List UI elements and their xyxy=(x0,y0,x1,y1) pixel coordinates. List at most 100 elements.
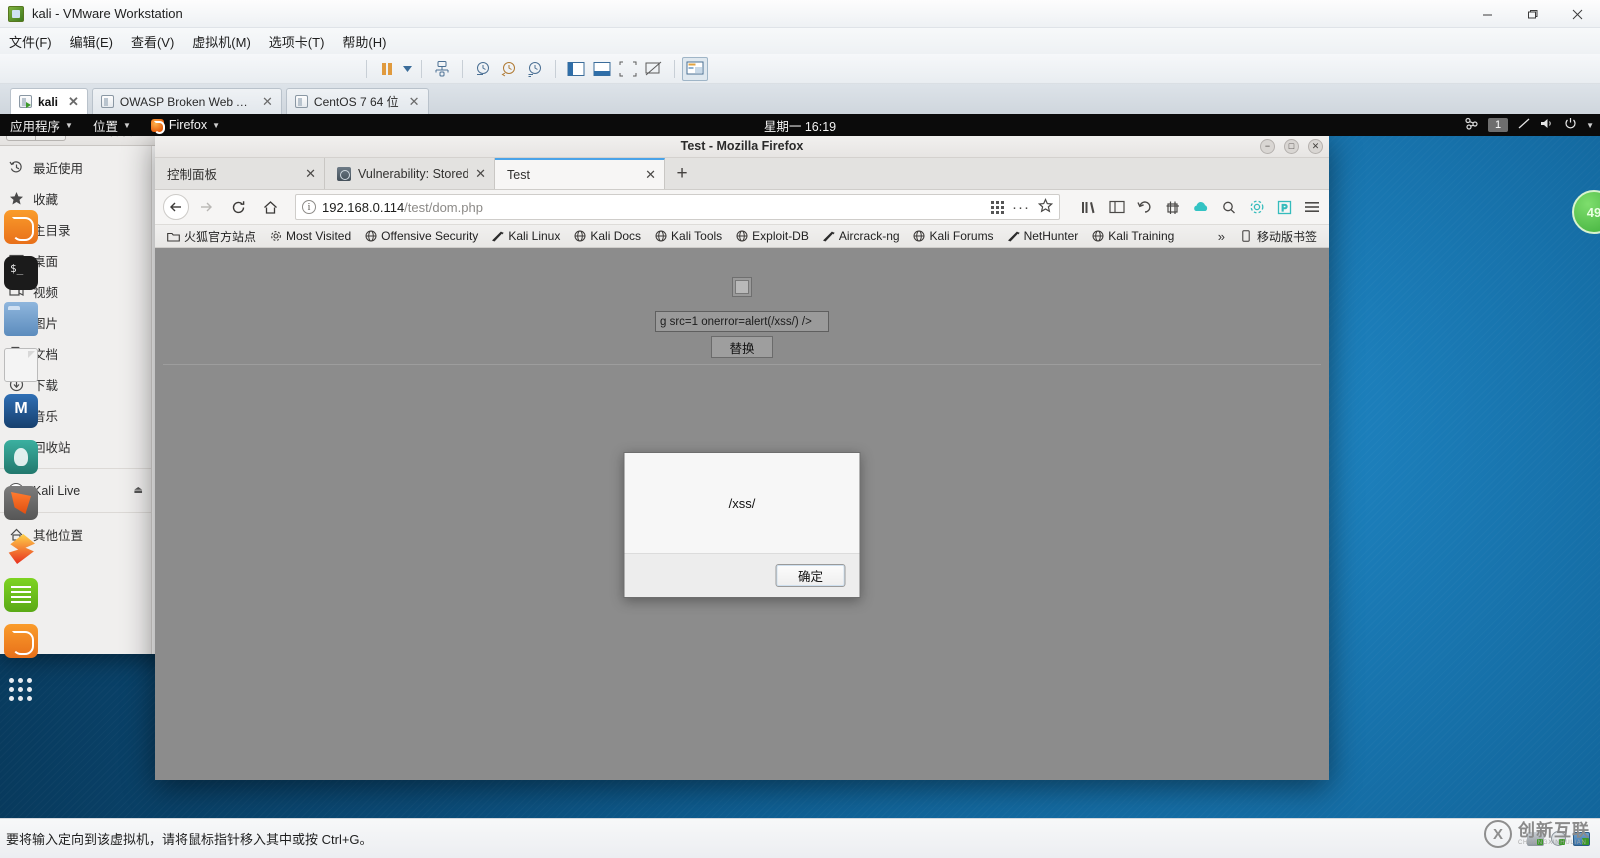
forward-button[interactable] xyxy=(191,193,221,221)
bookmark-kali-forums[interactable]: Kali Forums xyxy=(907,227,1000,245)
vmware-restore-button[interactable] xyxy=(1510,0,1555,28)
undo-icon[interactable] xyxy=(1136,199,1153,216)
vm-tab-close-button[interactable]: ✕ xyxy=(262,94,273,110)
ff-tab-close-button[interactable]: ✕ xyxy=(475,166,486,182)
alert-message: /xss/ xyxy=(625,453,860,553)
tab-favicon xyxy=(337,167,351,181)
vmware-tab-strip: kali ✕ OWASP Broken Web Apps VM v... ✕ C… xyxy=(0,84,1600,114)
console-view-button[interactable] xyxy=(682,57,708,81)
dock-show-apps-icon[interactable] xyxy=(4,670,38,704)
workspace-indicator[interactable]: 1 xyxy=(1488,118,1508,132)
vmware-minimize-button[interactable] xyxy=(1465,0,1510,28)
pocket-icon[interactable]: P xyxy=(1276,199,1293,216)
menu-edit[interactable]: 编辑(E) xyxy=(61,29,122,54)
bookmark-label: 移动版书签 xyxy=(1257,228,1317,245)
vm-tab-centos[interactable]: CentOS 7 64 位 ✕ xyxy=(286,88,429,114)
screenshot-icon[interactable] xyxy=(1164,199,1181,216)
menu-tabs[interactable]: 选项卡(T) xyxy=(260,29,334,54)
sidebar-item-recent[interactable]: 最近使用 xyxy=(0,152,151,183)
page-actions-icon[interactable]: ··· xyxy=(1012,199,1030,216)
bookmark-most-visited[interactable]: Most Visited xyxy=(263,227,357,245)
dock-text-editor-icon[interactable] xyxy=(4,578,38,612)
vm-tab-close-button[interactable]: ✕ xyxy=(409,94,420,110)
vm-tab-close-button[interactable]: ✕ xyxy=(68,94,79,110)
network-manager-icon[interactable] xyxy=(1464,117,1479,133)
cloud-icon[interactable] xyxy=(1192,199,1209,216)
ff-tab-close-button[interactable]: ✕ xyxy=(645,167,656,183)
ff-tab-vulnerability-stored-xss[interactable]: Vulnerability: Stored Cro ✕ xyxy=(325,158,495,189)
search-plus-icon[interactable] xyxy=(1220,199,1237,216)
applications-menu[interactable]: 应用程序 ▼ xyxy=(0,114,83,136)
ff-tab-close-button[interactable]: ✕ xyxy=(305,166,316,182)
volume-icon[interactable] xyxy=(1540,117,1555,133)
menu-vm[interactable]: 虚拟机(M) xyxy=(183,29,260,54)
manage-snapshots-button[interactable] xyxy=(429,57,455,81)
library-icon[interactable] xyxy=(1080,199,1097,216)
reload-button[interactable] xyxy=(223,193,253,221)
url-bar[interactable]: i 192.168.0.114/test/dom.php ··· xyxy=(295,194,1060,220)
menu-file[interactable]: 文件(F) xyxy=(0,29,61,54)
bookmark-aircrack-ng[interactable]: Aircrack-ng xyxy=(816,227,906,245)
eject-icon[interactable]: ⏏ xyxy=(134,485,143,496)
replace-button[interactable]: 替换 xyxy=(711,336,773,358)
unity-mode-button[interactable] xyxy=(641,57,667,81)
firefox-window-controls: − □ ✕ xyxy=(1260,134,1323,158)
alert-ok-button[interactable]: 确定 xyxy=(776,564,846,587)
take-snapshot-button[interactable] xyxy=(470,57,496,81)
bookmarks-overflow-button[interactable]: » xyxy=(1210,229,1233,244)
bookmark-exploit-db[interactable]: Exploit-DB xyxy=(729,227,815,245)
new-tab-button[interactable]: + xyxy=(665,158,699,189)
payload-input[interactable]: g src=1 onerror=alert(/xss/) /> xyxy=(655,311,829,332)
ff-tab-test[interactable]: Test ✕ xyxy=(495,158,665,189)
bookmark-kali-linux[interactable]: Kali Linux xyxy=(485,227,566,245)
dock-metasploit-icon[interactable] xyxy=(4,394,38,428)
hamburger-menu-icon[interactable] xyxy=(1304,199,1321,216)
vm-tab-kali[interactable]: kali ✕ xyxy=(10,88,88,114)
keyboard-icon[interactable] xyxy=(1517,117,1531,133)
dock-terminal-icon[interactable] xyxy=(4,256,38,290)
menu-view[interactable]: 查看(V) xyxy=(122,29,183,54)
sidebar-icon[interactable] xyxy=(1108,199,1125,216)
dock-firefox-icon[interactable] xyxy=(4,624,38,658)
suspend-button[interactable] xyxy=(374,57,400,81)
chevron-down-icon[interactable]: ▼ xyxy=(1586,121,1594,130)
bookmark-kali-docs[interactable]: Kali Docs xyxy=(567,227,647,245)
show-library-button[interactable] xyxy=(563,57,589,81)
show-thumbnails-button[interactable] xyxy=(589,57,615,81)
dock-files-icon[interactable] xyxy=(4,210,38,244)
dock-document-icon[interactable] xyxy=(4,348,38,382)
snapshot-manager-button[interactable] xyxy=(522,57,548,81)
revert-snapshot-button[interactable] xyxy=(496,57,522,81)
status-badge[interactable]: 49 xyxy=(1572,190,1600,234)
vm-tab-owasp[interactable]: OWASP Broken Web Apps VM v... ✕ xyxy=(92,88,282,114)
fullscreen-button[interactable] xyxy=(615,57,641,81)
places-menu[interactable]: 位置 ▼ xyxy=(83,114,141,136)
power-dropdown[interactable] xyxy=(400,57,414,81)
dock-trash-icon[interactable] xyxy=(4,486,38,520)
back-button[interactable] xyxy=(163,194,189,220)
site-info-icon[interactable]: i xyxy=(302,200,316,214)
bookmark-kali-tools[interactable]: Kali Tools xyxy=(648,227,728,245)
bookmark-nethunter[interactable]: NetHunter xyxy=(1001,227,1085,245)
dock-folder-icon[interactable] xyxy=(4,302,38,336)
firefox-minimize-button[interactable]: − xyxy=(1260,139,1275,154)
bookmark-firefox-cn[interactable]: 火狐官方站点 xyxy=(161,226,262,247)
dock-flame-icon[interactable] xyxy=(4,532,38,566)
bookmark-star-icon[interactable] xyxy=(1038,198,1053,216)
bookmark-mobile[interactable]: 移动版书签 xyxy=(1234,226,1323,247)
qr-code-icon[interactable] xyxy=(991,201,1004,214)
bookmark-kali-training[interactable]: Kali Training xyxy=(1085,227,1180,245)
power-icon[interactable] xyxy=(1564,117,1577,133)
ff-tab-control-panel[interactable]: 控制面板 ✕ xyxy=(155,158,325,189)
firefox-maximize-button[interactable]: □ xyxy=(1284,139,1299,154)
firefox-window-menu[interactable]: Firefox ▼ xyxy=(141,114,230,136)
globe-icon xyxy=(364,230,377,243)
home-button[interactable] xyxy=(255,193,285,221)
firefox-close-button[interactable]: ✕ xyxy=(1308,139,1323,154)
menu-help[interactable]: 帮助(H) xyxy=(333,29,395,54)
panel-clock[interactable]: 星期一 16:19 xyxy=(0,116,1600,135)
settings-gear-icon[interactable] xyxy=(1248,199,1265,216)
vmware-close-button[interactable] xyxy=(1555,0,1600,28)
dock-burpsuite-icon[interactable] xyxy=(4,440,38,474)
bookmark-offensive-security[interactable]: Offensive Security xyxy=(358,227,484,245)
